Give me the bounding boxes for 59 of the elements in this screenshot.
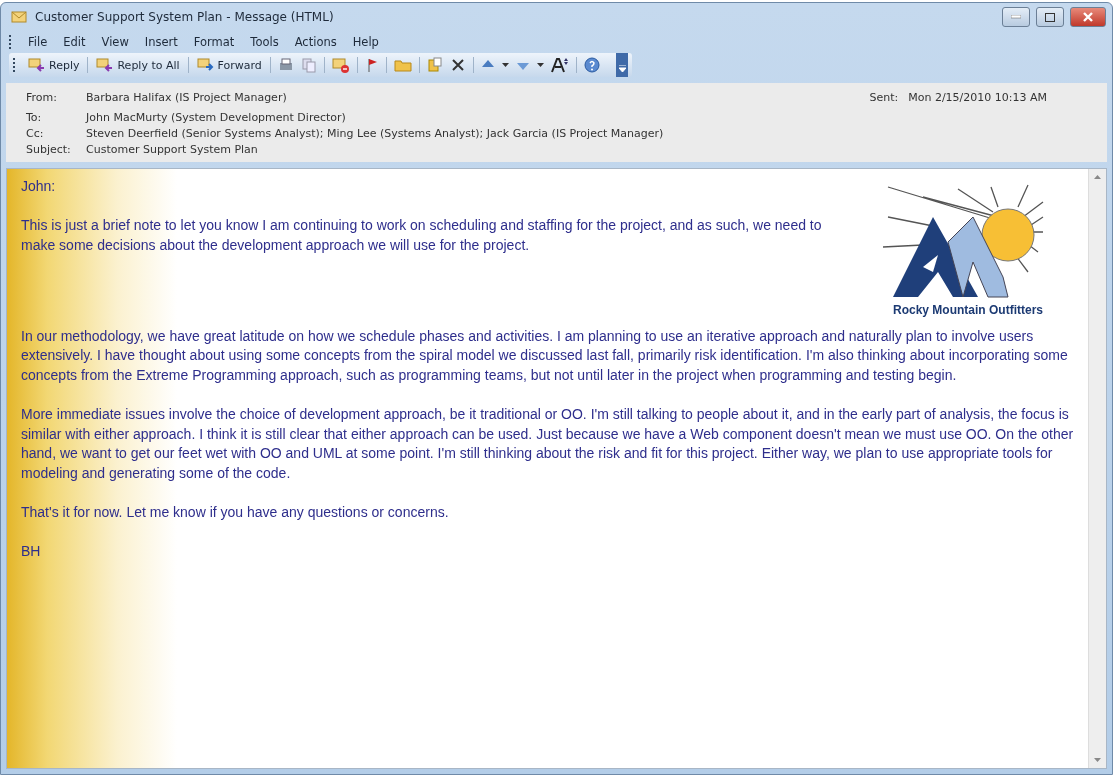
message-paragraph: This is just a brief note to let you know I am continuing to work on scheduling and staffing for the project, and as such, we need to make some decisions about the development approach we will use for the project. [21, 216, 823, 255]
window-title: Customer Support System Plan - Message (HTML) [35, 10, 335, 24]
minimize-button[interactable] [1002, 7, 1030, 27]
reply-icon [28, 57, 46, 73]
menu-item[interactable]: Tools [244, 33, 285, 51]
cc-recipients: Steven Deerfield (Senior Systems Analyst); Ming Lee (Systems Analyst); Jack Garcia (IS Project Manager) [86, 127, 665, 140]
sent-date: Mon 2/15/2010 10:13 AM [908, 91, 1047, 104]
menu-item[interactable]: View [95, 33, 135, 51]
caret-icon [536, 63, 544, 67]
menu-item[interactable]: Actions [288, 33, 343, 51]
scrollbar[interactable] [1088, 169, 1106, 768]
copy-icon [300, 57, 317, 73]
field-label: Subject: [26, 143, 72, 156]
print-icon [277, 57, 294, 73]
font-size-icon [550, 57, 569, 73]
logo-caption: Rocky Mountain Outfitters [893, 302, 1043, 319]
maximize-button[interactable] [1036, 7, 1064, 27]
reply-all-icon [96, 57, 115, 73]
help-button[interactable] [581, 57, 602, 73]
menu-item[interactable]: Help [346, 33, 385, 51]
field-label: From: [26, 91, 58, 104]
minimize-icon [1011, 15, 1021, 19]
reply-button[interactable]: Reply [25, 56, 83, 74]
menu-item[interactable]: Insert [138, 33, 184, 51]
help-icon [583, 57, 600, 73]
menu-item[interactable]: Edit [57, 33, 92, 51]
field-label: To: [26, 111, 43, 124]
documents-icon [426, 57, 443, 73]
scroll-up-arrow[interactable] [1094, 175, 1101, 179]
recipient: John MacMurty (System Development Director) [86, 111, 347, 124]
maximize-icon [1045, 12, 1055, 22]
close-icon [1083, 12, 1093, 22]
envelope-icon [11, 10, 29, 24]
toolbar-options-button[interactable] [616, 53, 628, 77]
subject: Customer Support System Plan [86, 143, 259, 156]
forward-button[interactable]: Forward [193, 56, 265, 74]
message-paragraph: In our methodology, we have great latitude on how we schedule phases and activities. I am planning to use an iterative approach and naturally plan to involve users extensively. I have thought about using some concepts from the spiral model we discussed last fall, primarily risk identification. I'm also thinking about incorporating some concepts from the Extreme Programming approach, such as programming teams, but not until later in the project when programming and testing begin. [21, 326, 1069, 385]
font-size-button[interactable] [548, 57, 571, 73]
field-label: Cc: [26, 127, 45, 140]
sender: Barbara Halifax (IS Project Manager) [86, 91, 288, 104]
caret-button[interactable] [499, 63, 511, 67]
folder-icon [393, 57, 412, 73]
caret-icon [501, 63, 509, 67]
envelope-button[interactable] [329, 57, 352, 73]
envelope-icon [331, 57, 350, 73]
delete-icon [449, 57, 466, 73]
field-label: Sent: [869, 91, 899, 104]
message-paragraph: John: [21, 177, 57, 196]
caret-icon [618, 65, 626, 74]
menu-item[interactable]: File [22, 33, 54, 51]
forward-icon [196, 57, 215, 73]
reply-all-button[interactable]: Reply to All [93, 56, 183, 74]
message-paragraph: More immediate issues involve the choice of development approach, be it traditional or OO. I'm still talking to people about it, and in the early part of analysis, the focus is similar with either approach. I think it is still clear that either approach can be used. Just because we have a Web component doesn't mean we must use OO. On the other hand, we want to get our feet wet with OO and UML at some point. I'm still thinking about the risk and fit for this project. Either way, we plan to use appropriate tools for modeling and generating some of the code. [21, 404, 1074, 483]
menu-item[interactable]: Format [187, 33, 241, 51]
close-button[interactable] [1070, 7, 1106, 27]
message-paragraph: That's it for now. Let me know if you have any questions or concerns. [21, 502, 450, 522]
message-paragraph: BH [21, 542, 42, 562]
caret-button[interactable] [534, 63, 546, 67]
scroll-down-arrow[interactable] [1094, 758, 1101, 762]
